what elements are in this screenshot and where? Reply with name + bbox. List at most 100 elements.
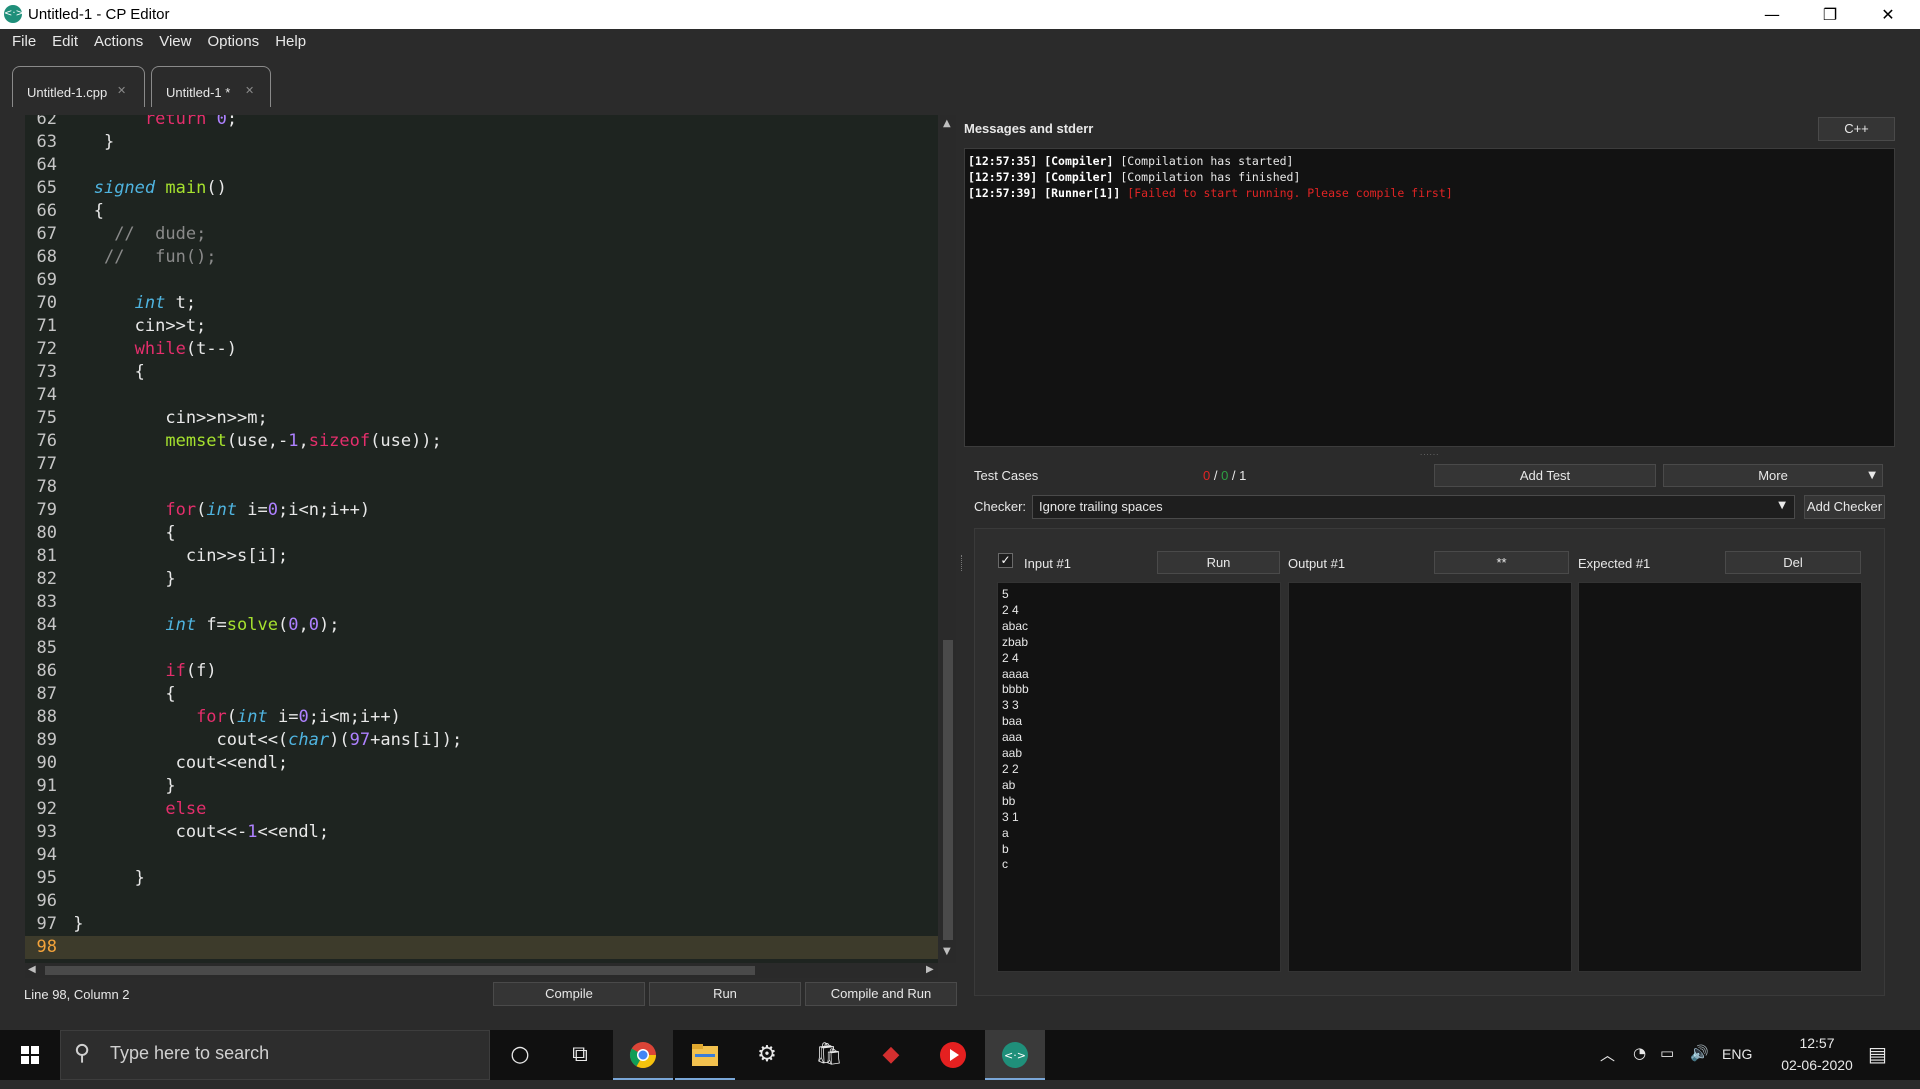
- close-window-button[interactable]: ✕: [1859, 0, 1917, 29]
- clock-time[interactable]: 12:57: [1787, 1035, 1847, 1051]
- code-line[interactable]: 89 cout<<(char)(97+ans[i]);: [25, 729, 938, 752]
- code-line[interactable]: 95 }: [25, 867, 938, 890]
- splitter-handle[interactable]: ......: [1420, 448, 1442, 457]
- code-line[interactable]: 66 {: [25, 200, 938, 223]
- input-label: Input #1: [1024, 556, 1071, 571]
- code-line[interactable]: 90 cout<<endl;: [25, 752, 938, 775]
- menu-file[interactable]: File: [4, 29, 44, 55]
- code-line[interactable]: 70 int t;: [25, 292, 938, 315]
- chrome-icon[interactable]: [613, 1030, 673, 1080]
- messages-log[interactable]: [12:57:35] [Compiler] [Compilation has s…: [964, 148, 1895, 447]
- code-line[interactable]: 65 signed main(): [25, 177, 938, 200]
- notifications-icon[interactable]: ▤: [1868, 1042, 1887, 1066]
- menu-view[interactable]: View: [151, 29, 199, 55]
- code-line[interactable]: 71 cin>>t;: [25, 315, 938, 338]
- scroll-down-arrow-icon[interactable]: ▼: [943, 946, 951, 957]
- code-line[interactable]: 86 if(f): [25, 660, 938, 683]
- tab-close-icon[interactable]: ✕: [117, 84, 126, 97]
- code-line[interactable]: 83: [25, 591, 938, 614]
- tab-untitled-1-cpp[interactable]: Untitled-1.cpp ✕: [12, 66, 145, 107]
- code-token: <<endl;: [257, 822, 330, 842]
- more-dropdown[interactable]: More ▼: [1663, 464, 1883, 487]
- tab-untitled-1[interactable]: Untitled-1 * ✕: [151, 66, 271, 107]
- editor-vertical-scroll-thumb[interactable]: [943, 640, 953, 940]
- code-line[interactable]: 78: [25, 476, 938, 499]
- code-line[interactable]: 87 {: [25, 683, 938, 706]
- file-explorer-icon[interactable]: [675, 1030, 735, 1080]
- code-line[interactable]: 88 for(int i=0;i<m;i++): [25, 706, 938, 729]
- code-line[interactable]: 69: [25, 269, 938, 292]
- scroll-left-arrow-icon[interactable]: ◀: [28, 964, 36, 975]
- code-line[interactable]: 68 // fun();: [25, 246, 938, 269]
- clock-date[interactable]: 02-06-2020: [1762, 1057, 1872, 1073]
- test-case-enabled-checkbox[interactable]: ✓: [998, 553, 1013, 568]
- panel-grip-handle[interactable]: [961, 555, 964, 571]
- code-line[interactable]: 72 while(t--): [25, 338, 938, 361]
- tab-close-icon[interactable]: ✕: [245, 84, 254, 97]
- add-checker-button[interactable]: Add Checker: [1804, 495, 1885, 519]
- network-icon[interactable]: ◔: [1633, 1044, 1646, 1062]
- run-button[interactable]: Run: [649, 982, 801, 1006]
- search-placeholder: Type here to search: [110, 1043, 270, 1063]
- code-line[interactable]: 84 int f=solve(0,0);: [25, 614, 938, 637]
- menu-edit[interactable]: Edit: [44, 29, 86, 55]
- add-test-button[interactable]: Add Test: [1434, 464, 1656, 487]
- tray-chevron-icon[interactable]: ︿: [1600, 1044, 1615, 1065]
- expected-textarea[interactable]: [1578, 582, 1862, 972]
- input-language[interactable]: ENG: [1722, 1046, 1752, 1062]
- code-line[interactable]: 82 }: [25, 568, 938, 591]
- code-line[interactable]: 64: [25, 154, 938, 177]
- code-line[interactable]: 62 return 0;: [25, 115, 938, 131]
- code-line[interactable]: 96: [25, 890, 938, 913]
- code-line[interactable]: 91 }: [25, 775, 938, 798]
- editor-horizontal-scroll-thumb[interactable]: [45, 966, 755, 975]
- compile-and-run-button[interactable]: Compile and Run: [805, 982, 957, 1006]
- run-test-button[interactable]: Run: [1157, 551, 1280, 574]
- code-line[interactable]: 75 cin>>n>>m;: [25, 407, 938, 430]
- steam-icon[interactable]: ⚙: [737, 1030, 797, 1080]
- code-line[interactable]: 97 }: [25, 913, 938, 936]
- code-token: t;: [165, 293, 197, 313]
- menu-actions[interactable]: Actions: [86, 29, 151, 55]
- battery-icon[interactable]: ▭: [1660, 1044, 1674, 1062]
- checker-select[interactable]: Ignore trailing spaces ▼: [1032, 495, 1795, 519]
- input-textarea[interactable]: [997, 582, 1281, 972]
- store-icon[interactable]: 🛍: [799, 1030, 859, 1080]
- output-textarea[interactable]: [1288, 582, 1572, 972]
- cp-editor-taskbar-icon[interactable]: <·>: [985, 1030, 1045, 1080]
- code-line[interactable]: 94: [25, 844, 938, 867]
- game-app-icon[interactable]: ◆: [861, 1030, 921, 1080]
- code-line[interactable]: 93 cout<<-1<<endl;: [25, 821, 938, 844]
- diff-button[interactable]: **: [1434, 551, 1569, 574]
- minimize-button[interactable]: —: [1743, 0, 1801, 29]
- code-line[interactable]: 79 for(int i=0;i<n;i++): [25, 499, 938, 522]
- scroll-right-arrow-icon[interactable]: ▶: [926, 964, 934, 975]
- code-line[interactable]: 63 }: [25, 131, 938, 154]
- menu-options[interactable]: Options: [199, 29, 267, 55]
- code-editor[interactable]: 62 return 0; 63 } 64 65 signed main() 66 {67…: [25, 115, 938, 963]
- input-text: 5 2 4 abac zbab 2 4 aaaa bbbb 3 3 baa aa…: [1002, 587, 1029, 872]
- language-button[interactable]: C++: [1818, 117, 1895, 141]
- code-line[interactable]: 77: [25, 453, 938, 476]
- compile-button[interactable]: Compile: [493, 982, 645, 1006]
- code-token: return: [144, 115, 207, 129]
- media-player-icon[interactable]: [923, 1030, 983, 1080]
- delete-test-button[interactable]: Del: [1725, 551, 1861, 574]
- menu-help[interactable]: Help: [267, 29, 314, 55]
- code-line[interactable]: 81 cin>>s[i];: [25, 545, 938, 568]
- task-view-icon[interactable]: ⧉: [550, 1030, 610, 1080]
- code-line[interactable]: 73 {: [25, 361, 938, 384]
- maximize-button[interactable]: ❐: [1801, 0, 1859, 29]
- code-line[interactable]: 85: [25, 637, 938, 660]
- code-line[interactable]: 76 memset(use,-1,sizeof(use));: [25, 430, 938, 453]
- volume-icon[interactable]: 🔊: [1690, 1044, 1709, 1062]
- start-button[interactable]: [0, 1030, 60, 1080]
- code-line[interactable]: 98: [25, 936, 938, 959]
- code-line[interactable]: 67 // dude;: [25, 223, 938, 246]
- code-line[interactable]: 74: [25, 384, 938, 407]
- code-line[interactable]: 92 else: [25, 798, 938, 821]
- cortana-icon[interactable]: ○: [490, 1030, 550, 1080]
- log-entry: [12:57:35] [Compiler] [Compilation has s…: [968, 153, 1891, 169]
- scroll-up-arrow-icon[interactable]: ▲: [943, 118, 951, 129]
- code-line[interactable]: 80 {: [25, 522, 938, 545]
